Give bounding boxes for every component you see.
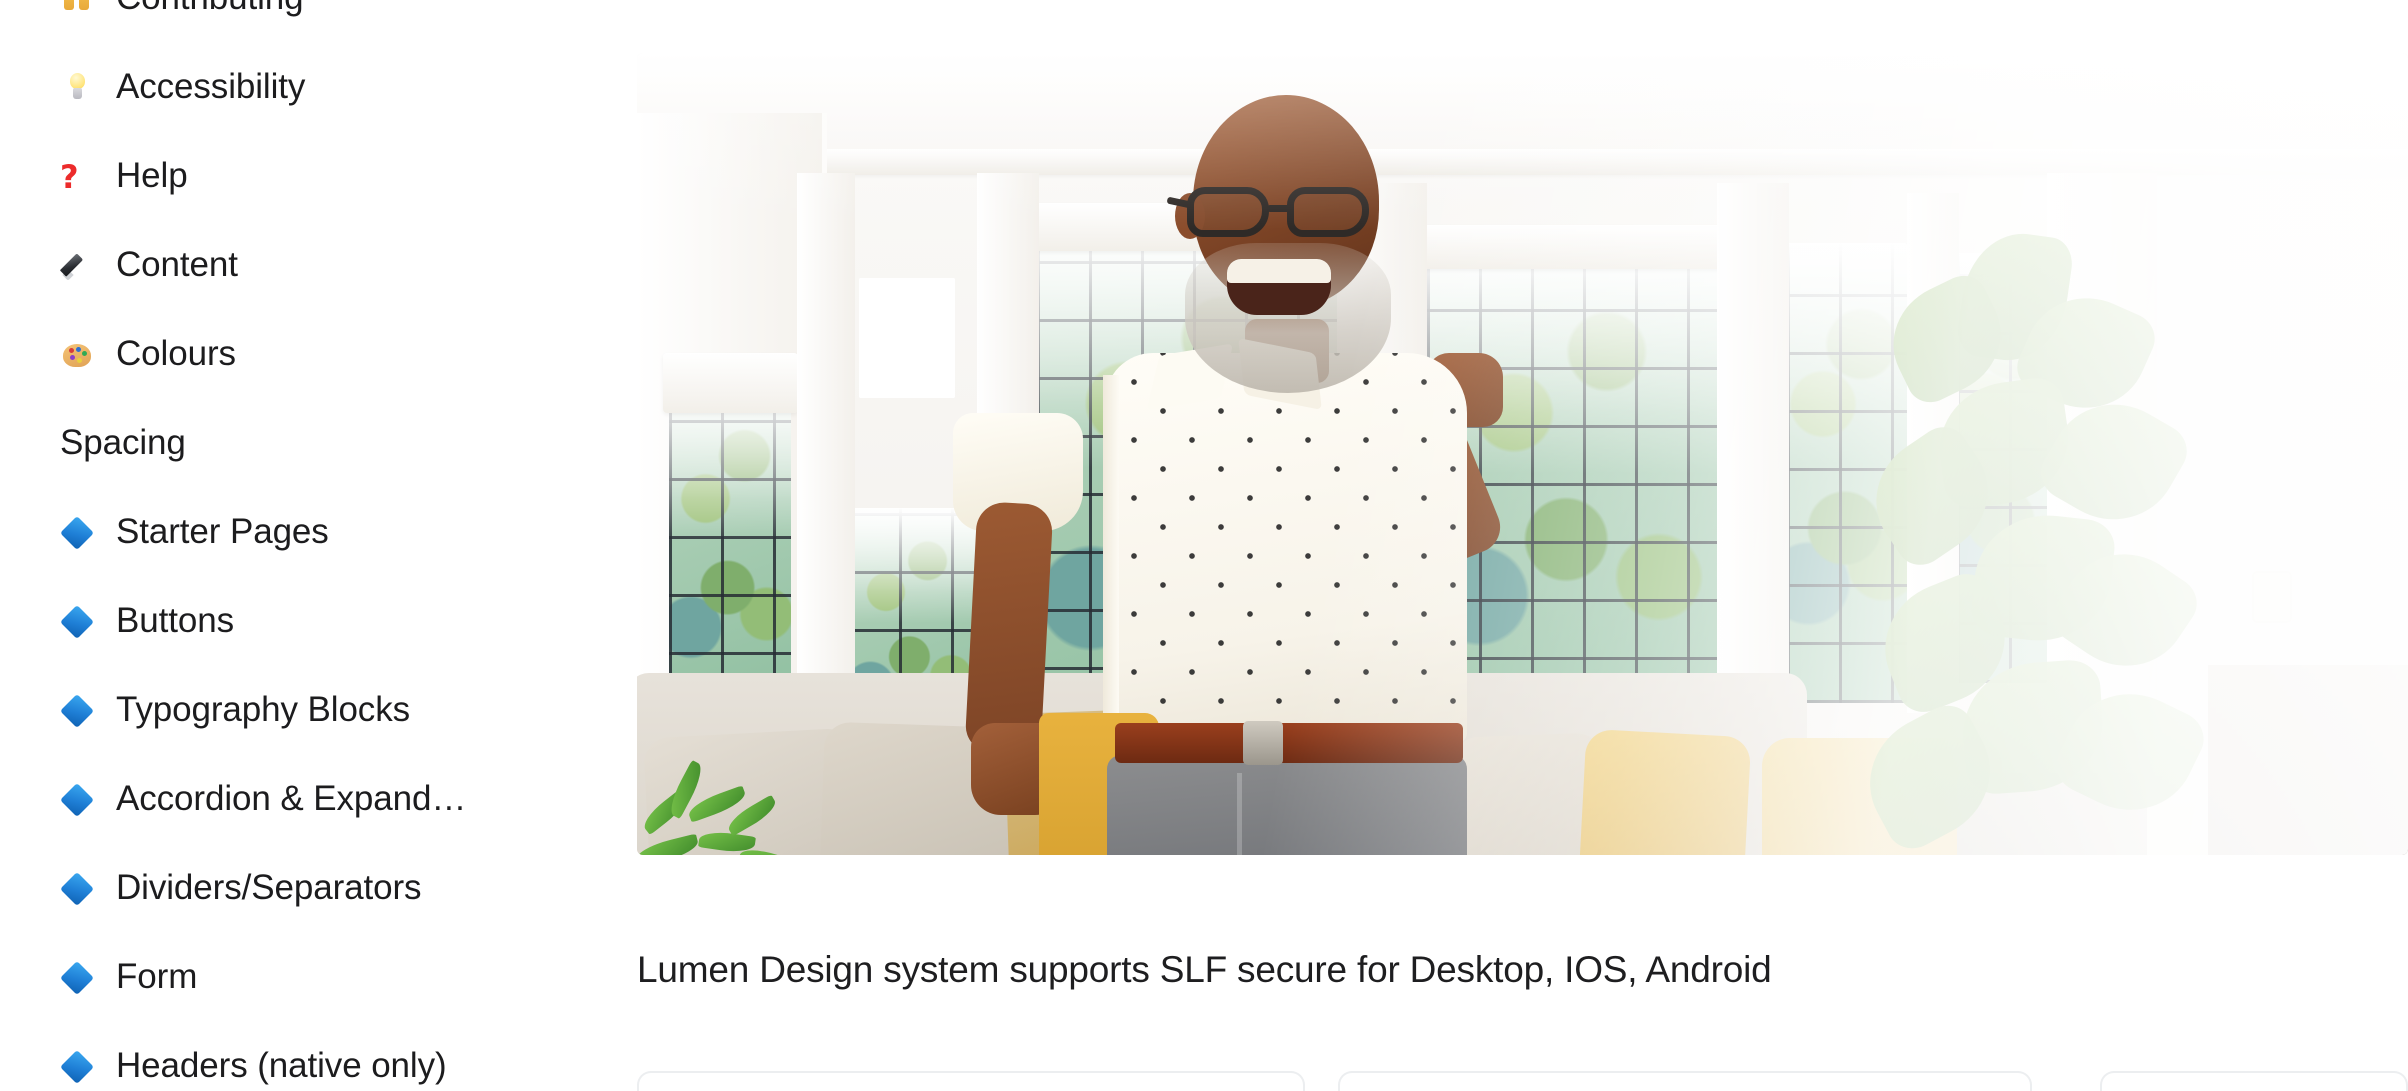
sidebar-nav-list: Contributing Accessibility ? Help Conten… xyxy=(0,0,637,1091)
pen-icon xyxy=(60,248,100,284)
diamond-icon xyxy=(60,782,100,818)
hero-caption: Lumen Design system supports SLF secure … xyxy=(637,949,1772,990)
sidebar-item-accordion-expand[interactable]: Accordion & Expand… xyxy=(0,755,637,844)
sidebar-item-label: Content xyxy=(116,245,238,285)
grey-trousers xyxy=(1107,755,1467,855)
sidebar-item-label: Accessibility xyxy=(116,67,306,107)
foreground-plant xyxy=(637,743,829,855)
diamond-icon xyxy=(60,604,100,640)
sidebar: Contributing Accessibility ? Help Conten… xyxy=(0,0,637,1091)
trouser-crease xyxy=(1237,773,1242,855)
diamond-icon xyxy=(60,960,100,996)
diamond-icon xyxy=(60,693,100,729)
window-blind xyxy=(663,353,798,413)
sidebar-item-label: Accordion & Expand… xyxy=(116,779,467,819)
sidebar-item-label: Typography Blocks xyxy=(116,690,411,730)
sidebar-item-buttons[interactable]: Buttons xyxy=(0,577,637,666)
sidebar-item-label: Contributing xyxy=(116,0,304,18)
side-cabinet xyxy=(2208,665,2408,855)
diamond-icon xyxy=(60,871,100,907)
belt-buckle xyxy=(1243,721,1283,765)
sidebar-item-label: Buttons xyxy=(116,601,234,641)
sidebar-item-label: Colours xyxy=(116,334,236,374)
sidebar-item-starter-pages[interactable]: Starter Pages xyxy=(0,488,637,577)
window-pane xyxy=(669,383,791,713)
sidebar-item-contributing[interactable]: Contributing xyxy=(0,0,637,43)
palette-icon xyxy=(60,337,100,373)
sidebar-item-content[interactable]: Content xyxy=(0,221,637,310)
diamond-icon xyxy=(60,515,100,551)
window-jamb xyxy=(797,173,855,733)
sidebar-item-colours[interactable]: Colours xyxy=(0,310,637,399)
content-card-1[interactable] xyxy=(637,1071,1305,1091)
shirt-placket xyxy=(1103,375,1119,735)
crown-moulding xyxy=(637,149,2408,175)
sidebar-item-spacing[interactable]: Spacing xyxy=(0,399,637,488)
content-card-2[interactable] xyxy=(1338,1071,2032,1091)
sidebar-item-label: Starter Pages xyxy=(116,512,329,552)
person-in-photo xyxy=(927,83,1508,855)
card-row xyxy=(637,1071,2408,1091)
content-card-3[interactable] xyxy=(2100,1071,2408,1091)
eyeglasses-icon xyxy=(1166,183,1391,241)
leather-belt xyxy=(1115,723,1463,763)
sidebar-item-label: Dividers/Separators xyxy=(116,868,422,908)
bulb-icon xyxy=(60,70,100,106)
smiling-mouth xyxy=(1227,259,1331,315)
sidebar-item-label: Headers (native only) xyxy=(116,1046,447,1086)
sidebar-item-label: Form xyxy=(116,957,198,997)
hero-photo xyxy=(637,53,2408,855)
sidebar-item-accessibility[interactable]: Accessibility xyxy=(0,43,637,132)
app-root: Contributing Accessibility ? Help Conten… xyxy=(0,0,2408,1091)
hands-icon xyxy=(60,0,100,16)
sidebar-item-help[interactable]: ? Help xyxy=(0,132,637,221)
wall-outlet xyxy=(2254,573,2290,621)
hero-photo-scene xyxy=(637,53,2408,855)
diamond-icon xyxy=(60,1049,100,1085)
sidebar-item-label: Help xyxy=(116,156,188,196)
sidebar-item-typography-blocks[interactable]: Typography Blocks xyxy=(0,666,637,755)
window-jamb xyxy=(1717,183,1789,728)
polka-dot-shirt xyxy=(1105,353,1467,743)
fiddle-leaf-fig-plant xyxy=(1847,226,2213,855)
cushion-yellow xyxy=(1577,728,1752,855)
question-icon: ? xyxy=(60,158,79,197)
sidebar-item-headers-native-only[interactable]: Headers (native only) xyxy=(0,1022,637,1091)
sidebar-item-label: Spacing xyxy=(60,423,186,463)
sidebar-item-dividers-separators[interactable]: Dividers/Separators xyxy=(0,844,637,933)
main-content: Lumen Design system supports SLF secure … xyxy=(637,0,2408,1091)
sidebar-item-form[interactable]: Form xyxy=(0,933,637,1022)
